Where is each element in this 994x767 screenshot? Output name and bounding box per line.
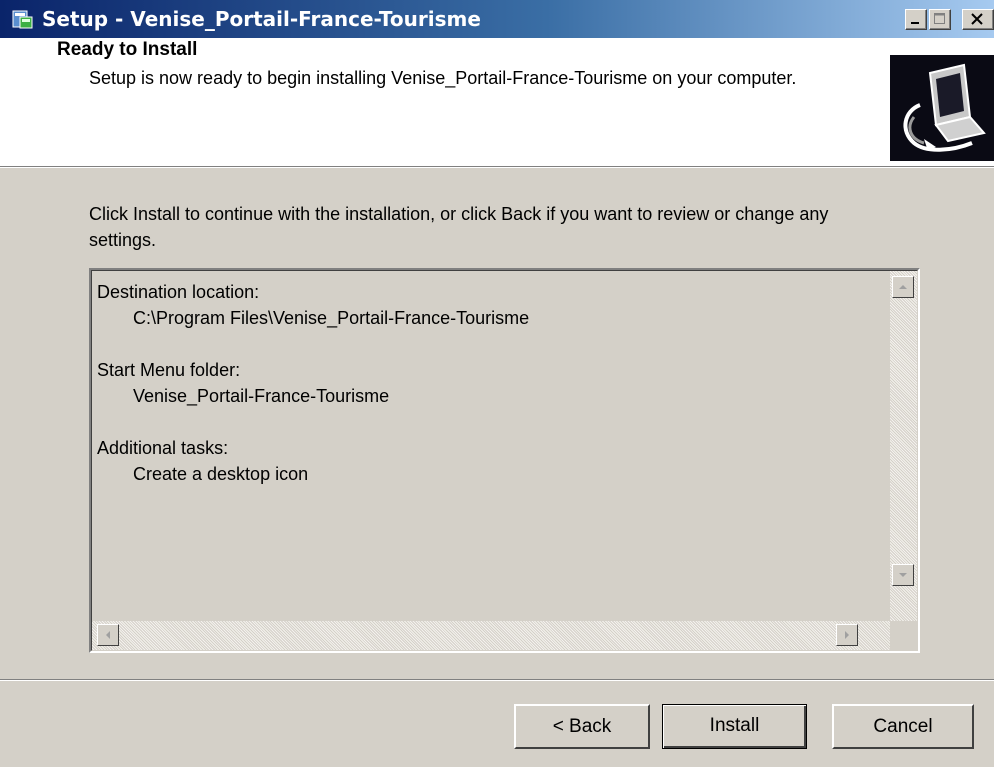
startmenu-section: Start Menu folder: Venise_Portail-France… [97, 357, 529, 409]
arrow-right-icon [845, 631, 849, 639]
install-button[interactable]: Install [662, 704, 807, 749]
window-title: Setup - Venise_Portail-France-Tourisme [42, 7, 481, 31]
instruction-text: Click Install to continue with the insta… [89, 204, 829, 250]
scroll-left-button[interactable] [97, 624, 119, 646]
startmenu-value: Venise_Portail-France-Tourisme [133, 386, 390, 406]
scroll-up-button[interactable] [892, 276, 914, 298]
destination-section: Destination location: C:\Program Files\V… [97, 279, 529, 331]
ready-memo-box[interactable]: Destination location: C:\Program Files\V… [89, 268, 920, 653]
minimize-button[interactable] [905, 9, 927, 30]
footer-divider-highlight [0, 680, 994, 681]
memo-content: Destination location: C:\Program Files\V… [97, 279, 529, 513]
back-button[interactable]: < Back [514, 704, 650, 749]
tasks-section: Additional tasks: Create a desktop icon [97, 435, 529, 487]
title-bar[interactable]: Setup - Venise_Portail-France-Tourisme [0, 0, 994, 38]
scroll-down-button[interactable] [892, 564, 914, 586]
tasks-label: Additional tasks: [97, 438, 229, 458]
arrow-left-icon [106, 631, 110, 639]
maximize-icon [934, 13, 945, 24]
minimize-icon [911, 22, 919, 24]
horizontal-scrollbar[interactable] [92, 621, 890, 650]
close-button[interactable] [962, 9, 994, 30]
arrow-down-icon [899, 573, 907, 577]
arrow-up-icon [899, 285, 907, 289]
tasks-value: Create a desktop icon [133, 464, 309, 484]
cancel-button[interactable]: Cancel [832, 704, 974, 749]
page-description: Setup is now ready to begin installing V… [89, 68, 797, 88]
vertical-scrollbar[interactable] [890, 271, 917, 621]
memo-frame: Destination location: C:\Program Files\V… [91, 270, 918, 651]
destination-label: Destination location: [97, 282, 260, 302]
scroll-right-button[interactable] [836, 624, 858, 646]
setup-window: Setup - Venise_Portail-France-Tourisme R… [0, 0, 994, 767]
destination-value: C:\Program Files\Venise_Portail-France-T… [133, 308, 530, 328]
computer-install-icon [890, 55, 994, 161]
close-icon [971, 13, 983, 25]
setup-icon [12, 8, 34, 30]
scrollbar-corner [890, 621, 917, 650]
page-title: Ready to Install [57, 39, 198, 60]
header-divider-highlight [0, 167, 994, 168]
startmenu-label: Start Menu folder: [97, 360, 241, 380]
maximize-button[interactable] [929, 9, 951, 30]
